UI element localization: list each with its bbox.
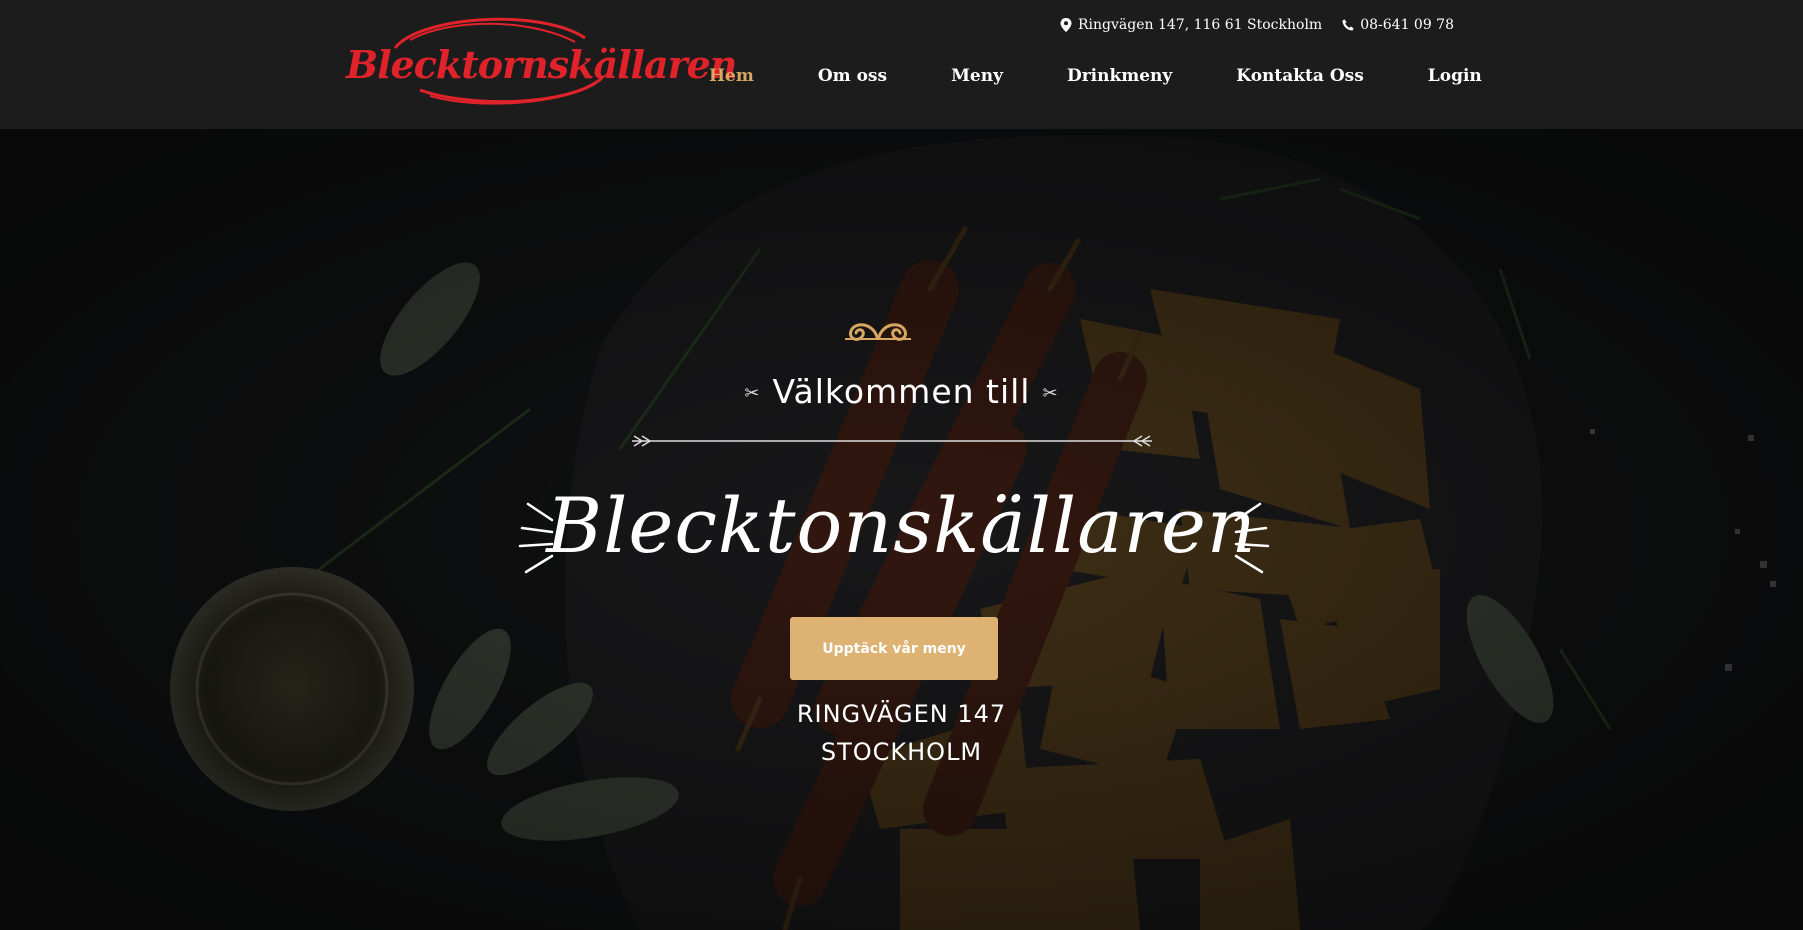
nav-item-kontakta-oss[interactable]: Kontakta Oss: [1236, 66, 1363, 86]
map-pin-icon: [1060, 18, 1072, 32]
welcome-heading: ✂ Välkommen till ✂: [0, 372, 1803, 411]
hero-address-street: RINGVÄGEN 147: [796, 700, 1007, 728]
sparkle-lines-right-icon: [1234, 502, 1270, 574]
nav-item-hem[interactable]: Hem: [709, 66, 754, 86]
nav-item-meny[interactable]: Meny: [951, 66, 1003, 86]
scissors-icon-right: ✂: [1042, 383, 1059, 404]
hero-section: ✂ Välkommen till ✂ Blecktonskällaren Upp…: [0, 129, 1803, 930]
logo-text: Blecktornskällaren: [346, 42, 737, 87]
phone-info[interactable]: 08-641 09 78: [1342, 17, 1454, 33]
nav-item-login[interactable]: Login: [1428, 66, 1482, 86]
main-nav: Hem Om oss Meny Drinkmeny Kontakta Oss L…: [709, 66, 1546, 86]
phone-text: 08-641 09 78: [1360, 17, 1454, 33]
phone-icon: [1342, 19, 1354, 31]
address-info: Ringvägen 147, 116 61 Stockholm: [1060, 17, 1322, 33]
address-text: Ringvägen 147, 116 61 Stockholm: [1078, 17, 1323, 33]
restaurant-name-title: Blecktonskällaren: [546, 481, 1257, 570]
site-header: Blecktornskällaren Ringvägen 147, 116 61…: [0, 0, 1803, 129]
site-logo[interactable]: Blecktornskällaren: [340, 8, 737, 112]
top-contact-bar: Ringvägen 147, 116 61 Stockholm 08-641 0…: [1060, 17, 1454, 33]
discover-menu-button[interactable]: Upptäck vår meny: [790, 617, 998, 680]
welcome-text: Välkommen till: [772, 372, 1031, 411]
nav-item-om-oss[interactable]: Om oss: [818, 66, 887, 86]
scissors-icon-left: ✂: [744, 383, 761, 404]
arrow-divider-icon: [632, 435, 1152, 447]
ornament-swirl-icon: [845, 323, 911, 341]
hero-content: ✂ Välkommen till ✂ Blecktonskällaren Upp…: [0, 129, 1803, 930]
nav-item-drinkmeny[interactable]: Drinkmeny: [1067, 66, 1172, 86]
hero-address-city: STOCKHOLM: [820, 738, 983, 766]
